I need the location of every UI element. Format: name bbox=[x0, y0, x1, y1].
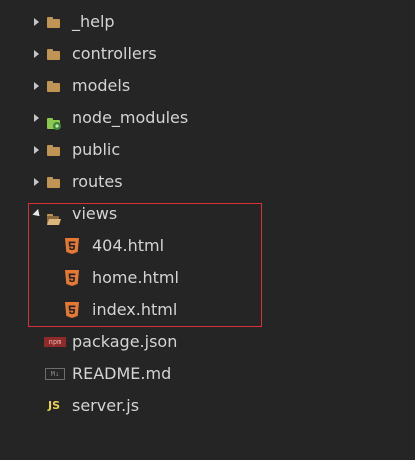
tree-item-label: models bbox=[72, 76, 131, 95]
chevron-right-icon[interactable] bbox=[30, 6, 42, 38]
chevron-right-icon[interactable] bbox=[30, 102, 42, 134]
folder-icon bbox=[46, 14, 62, 30]
file-explorer-tree: _help controllers models node_modules pu… bbox=[0, 6, 415, 422]
tree-item-label: node_modules bbox=[72, 108, 189, 127]
tree-item-models[interactable]: models bbox=[0, 70, 415, 102]
tree-item-server-js[interactable]: JS server.js bbox=[0, 390, 415, 422]
folder-icon bbox=[46, 174, 62, 190]
tree-item-readme-md[interactable]: M↓ README.md bbox=[0, 358, 415, 390]
tree-item-label: package.json bbox=[72, 332, 178, 351]
folder-icon bbox=[46, 46, 62, 62]
chevron-right-icon[interactable] bbox=[30, 38, 42, 70]
tree-item-404-html[interactable]: 404.html bbox=[0, 230, 415, 262]
tree-item-help[interactable]: _help bbox=[0, 6, 415, 38]
open-folder-icon bbox=[46, 206, 62, 225]
tree-item-index-html[interactable]: index.html bbox=[0, 294, 415, 326]
chevron-down-icon[interactable] bbox=[30, 198, 43, 230]
tree-item-label: views bbox=[72, 204, 118, 223]
tree-item-label: public bbox=[72, 140, 121, 159]
chevron-right-icon[interactable] bbox=[30, 134, 42, 166]
tree-item-label: README.md bbox=[72, 364, 172, 383]
html5-icon bbox=[64, 302, 80, 318]
tree-item-views[interactable]: views bbox=[0, 198, 415, 230]
javascript-icon: JS bbox=[48, 399, 61, 412]
npm-icon: npm bbox=[44, 337, 66, 347]
tree-item-controllers[interactable]: controllers bbox=[0, 38, 415, 70]
folder-icon bbox=[46, 142, 62, 158]
tree-item-label: routes bbox=[72, 172, 123, 191]
tree-item-label: _help bbox=[72, 12, 115, 31]
tree-item-package-json[interactable]: npm package.json bbox=[0, 326, 415, 358]
tree-item-label: index.html bbox=[92, 300, 178, 319]
folder-icon bbox=[46, 78, 62, 94]
tree-item-home-html[interactable]: home.html bbox=[0, 262, 415, 294]
tree-item-label: server.js bbox=[72, 396, 140, 415]
tree-item-label: 404.html bbox=[92, 236, 165, 255]
tree-item-node-modules[interactable]: node_modules bbox=[0, 102, 415, 134]
tree-item-label: controllers bbox=[72, 44, 157, 63]
chevron-right-icon[interactable] bbox=[30, 70, 42, 102]
tree-item-label: home.html bbox=[92, 268, 179, 287]
tree-item-routes[interactable]: routes bbox=[0, 166, 415, 198]
chevron-right-icon[interactable] bbox=[30, 166, 42, 198]
html5-icon bbox=[64, 238, 80, 254]
tree-item-public[interactable]: public bbox=[0, 134, 415, 166]
markdown-icon: M↓ bbox=[45, 368, 65, 380]
html5-icon bbox=[64, 270, 80, 286]
node-folder-icon bbox=[46, 110, 62, 130]
